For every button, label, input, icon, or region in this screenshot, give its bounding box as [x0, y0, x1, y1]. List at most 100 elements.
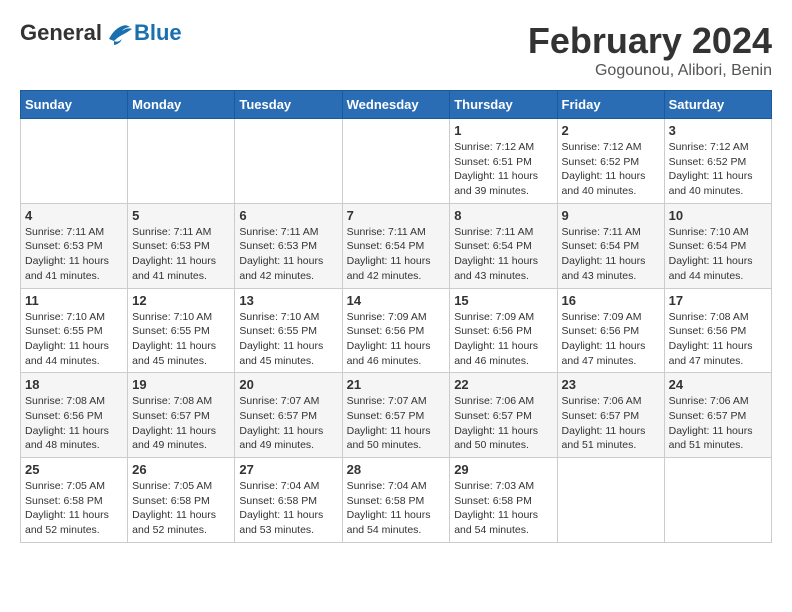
calendar-cell: 24 Sunrise: 7:06 AMSunset: 6:57 PMDayligh… — [664, 373, 771, 458]
day-number: 5 — [132, 208, 230, 223]
day-number: 7 — [347, 208, 446, 223]
day-number: 1 — [454, 123, 552, 138]
calendar-cell: 5Sunrise: 7:11 AMSunset: 6:53 PMDaylight… — [128, 203, 235, 288]
day-number: 4 — [25, 208, 123, 223]
calendar-header-thursday: Thursday — [450, 91, 557, 119]
calendar-cell: 9Sunrise: 7:11 AMSunset: 6:54 PMDaylight… — [557, 203, 664, 288]
day-info: Sunrise: 7:05 AMSunset: 6:58 PMDaylight:… — [25, 479, 123, 538]
day-number: 3 — [669, 123, 767, 138]
day-info: Sunrise: 7:03 AMSunset: 6:58 PMDaylight:… — [454, 479, 552, 538]
title-section: February 2024 Gogounou, Alibori, Benin — [528, 20, 772, 80]
calendar-table: SundayMondayTuesdayWednesdayThursdayFrid… — [20, 90, 772, 543]
day-number: 15 — [454, 293, 552, 308]
day-info: Sunrise: 7:04 AMSunset: 6:58 PMDaylight:… — [347, 479, 446, 538]
calendar-cell — [128, 119, 235, 204]
day-info: Sunrise: 7:10 AMSunset: 6:54 PMDaylight:… — [669, 225, 767, 284]
day-number: 18 — [25, 377, 123, 392]
calendar-header-friday: Friday — [557, 91, 664, 119]
day-number: 29 — [454, 462, 552, 477]
calendar-cell: 2Sunrise: 7:12 AMSunset: 6:52 PMDaylight… — [557, 119, 664, 204]
day-info: Sunrise: 7:11 AMSunset: 6:53 PMDaylight:… — [25, 225, 123, 284]
day-info: Sunrise: 7:08 AMSunset: 6:57 PMDaylight:… — [132, 394, 230, 453]
logo-general-text: General — [20, 20, 102, 46]
day-info: Sunrise: 7:12 AMSunset: 6:52 PMDaylight:… — [669, 140, 767, 199]
calendar-cell: 23 Sunrise: 7:06 AMSunset: 6:57 PMDayligh… — [557, 373, 664, 458]
calendar-cell — [21, 119, 128, 204]
calendar-cell: 18 Sunrise: 7:08 AMSunset: 6:56 PMDayligh… — [21, 373, 128, 458]
page-header: General Blue February 2024 Gogounou, Ali… — [20, 20, 772, 80]
day-info: Sunrise: 7:09 AMSunset: 6:56 PMDaylight:… — [562, 310, 660, 369]
calendar-cell: 11 Sunrise: 7:10 AMSunset: 6:55 PMDayligh… — [21, 288, 128, 373]
calendar-cell: 12Sunrise: 7:10 AMSunset: 6:55 PMDayligh… — [128, 288, 235, 373]
calendar-cell: 16Sunrise: 7:09 AMSunset: 6:56 PMDayligh… — [557, 288, 664, 373]
day-info: Sunrise: 7:07 AMSunset: 6:57 PMDaylight:… — [347, 394, 446, 453]
day-number: 20 — [239, 377, 337, 392]
calendar-cell: 8 Sunrise: 7:11 AMSunset: 6:54 PMDaylight… — [450, 203, 557, 288]
day-number: 6 — [239, 208, 337, 223]
calendar-header-tuesday: Tuesday — [235, 91, 342, 119]
day-info: Sunrise: 7:05 AMSunset: 6:58 PMDaylight:… — [132, 479, 230, 538]
day-number: 21 — [347, 377, 446, 392]
logo-bird-icon — [104, 21, 134, 46]
day-info: Sunrise: 7:08 AMSunset: 6:56 PMDaylight:… — [669, 310, 767, 369]
calendar-cell: 4 Sunrise: 7:11 AMSunset: 6:53 PMDaylight… — [21, 203, 128, 288]
calendar-header-saturday: Saturday — [664, 91, 771, 119]
calendar-header-row: SundayMondayTuesdayWednesdayThursdayFrid… — [21, 91, 772, 119]
calendar-cell: 19 Sunrise: 7:08 AMSunset: 6:57 PMDayligh… — [128, 373, 235, 458]
calendar-cell: 3 Sunrise: 7:12 AMSunset: 6:52 PMDaylight… — [664, 119, 771, 204]
calendar-week-row: 4 Sunrise: 7:11 AMSunset: 6:53 PMDaylight… — [21, 203, 772, 288]
day-number: 11 — [25, 293, 123, 308]
day-info: Sunrise: 7:12 AMSunset: 6:52 PMDaylight:… — [562, 140, 660, 199]
calendar-header-wednesday: Wednesday — [342, 91, 450, 119]
day-number: 23 — [562, 377, 660, 392]
day-info: Sunrise: 7:10 AMSunset: 6:55 PMDaylight:… — [239, 310, 337, 369]
day-info: Sunrise: 7:12 AMSunset: 6:51 PMDaylight:… — [454, 140, 552, 199]
calendar-cell: 17 Sunrise: 7:08 AMSunset: 6:56 PMDayligh… — [664, 288, 771, 373]
day-number: 24 — [669, 377, 767, 392]
calendar-cell — [342, 119, 450, 204]
calendar-cell — [235, 119, 342, 204]
day-number: 13 — [239, 293, 337, 308]
calendar-week-row: 25 Sunrise: 7:05 AMSunset: 6:58 PMDayligh… — [21, 458, 772, 543]
day-number: 19 — [132, 377, 230, 392]
day-number: 12 — [132, 293, 230, 308]
day-info: Sunrise: 7:06 AMSunset: 6:57 PMDaylight:… — [669, 394, 767, 453]
day-info: Sunrise: 7:11 AMSunset: 6:54 PMDaylight:… — [454, 225, 552, 284]
day-number: 10 — [669, 208, 767, 223]
location: Gogounou, Alibori, Benin — [528, 62, 772, 80]
calendar-cell: 29 Sunrise: 7:03 AMSunset: 6:58 PMDayligh… — [450, 458, 557, 543]
calendar-cell: 1 Sunrise: 7:12 AMSunset: 6:51 PMDaylight… — [450, 119, 557, 204]
calendar-week-row: 1 Sunrise: 7:12 AMSunset: 6:51 PMDaylight… — [21, 119, 772, 204]
logo: General Blue — [20, 20, 182, 46]
day-number: 22 — [454, 377, 552, 392]
logo-blue-text: Blue — [134, 20, 182, 46]
day-number: 28 — [347, 462, 446, 477]
day-number: 17 — [669, 293, 767, 308]
day-number: 25 — [25, 462, 123, 477]
day-info: Sunrise: 7:11 AMSunset: 6:53 PMDaylight:… — [239, 225, 337, 284]
calendar-week-row: 18 Sunrise: 7:08 AMSunset: 6:56 PMDayligh… — [21, 373, 772, 458]
calendar-cell: 25 Sunrise: 7:05 AMSunset: 6:58 PMDayligh… — [21, 458, 128, 543]
calendar-cell: 6 Sunrise: 7:11 AMSunset: 6:53 PMDaylight… — [235, 203, 342, 288]
day-info: Sunrise: 7:08 AMSunset: 6:56 PMDaylight:… — [25, 394, 123, 453]
day-info: Sunrise: 7:09 AMSunset: 6:56 PMDaylight:… — [347, 310, 446, 369]
day-info: Sunrise: 7:07 AMSunset: 6:57 PMDaylight:… — [239, 394, 337, 453]
month-title: February 2024 — [528, 20, 772, 62]
calendar-header-monday: Monday — [128, 91, 235, 119]
calendar-cell: 7Sunrise: 7:11 AMSunset: 6:54 PMDaylight… — [342, 203, 450, 288]
calendar-week-row: 11 Sunrise: 7:10 AMSunset: 6:55 PMDayligh… — [21, 288, 772, 373]
day-number: 27 — [239, 462, 337, 477]
day-info: Sunrise: 7:09 AMSunset: 6:56 PMDaylight:… — [454, 310, 552, 369]
calendar-cell: 15 Sunrise: 7:09 AMSunset: 6:56 PMDayligh… — [450, 288, 557, 373]
calendar-cell: 26Sunrise: 7:05 AMSunset: 6:58 PMDayligh… — [128, 458, 235, 543]
calendar-cell: 27Sunrise: 7:04 AMSunset: 6:58 PMDayligh… — [235, 458, 342, 543]
calendar-header-sunday: Sunday — [21, 91, 128, 119]
day-info: Sunrise: 7:10 AMSunset: 6:55 PMDaylight:… — [25, 310, 123, 369]
calendar-cell: 13 Sunrise: 7:10 AMSunset: 6:55 PMDayligh… — [235, 288, 342, 373]
day-number: 8 — [454, 208, 552, 223]
calendar-cell: 14 Sunrise: 7:09 AMSunset: 6:56 PMDayligh… — [342, 288, 450, 373]
day-info: Sunrise: 7:06 AMSunset: 6:57 PMDaylight:… — [562, 394, 660, 453]
day-info: Sunrise: 7:11 AMSunset: 6:54 PMDaylight:… — [562, 225, 660, 284]
calendar-cell: 21 Sunrise: 7:07 AMSunset: 6:57 PMDayligh… — [342, 373, 450, 458]
day-number: 14 — [347, 293, 446, 308]
